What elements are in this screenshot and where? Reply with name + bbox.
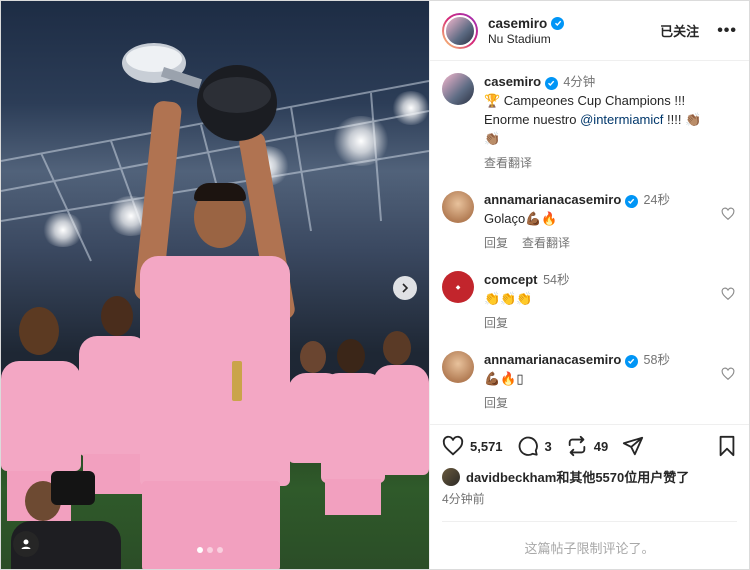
like-comment-heart-icon[interactable] — [721, 287, 735, 301]
caption-line-1: 🏆 Campeones Cup Champions !!! — [484, 93, 686, 108]
stadium-light — [41, 213, 85, 247]
carousel-dot — [197, 547, 203, 553]
comments-list: casemiro 4分钟 🏆 Campeones Cup Champions !… — [430, 61, 749, 424]
post-side-panel: casemiro Nu Stadium 已关注 ••• casemiro 4分钟… — [429, 1, 749, 569]
comment-time: 54秒 — [543, 273, 570, 287]
carousel-dot — [217, 547, 223, 553]
next-image-button[interactable] — [393, 276, 417, 300]
post-actions-area: 5,571 3 49 davidbeckham和其他5570位用户赞了 4分钟前… — [430, 424, 749, 569]
post-window: casemiro Nu Stadium 已关注 ••• casemiro 4分钟… — [0, 0, 750, 570]
caption-username[interactable]: casemiro — [484, 74, 541, 89]
like-comment-heart-icon[interactable] — [721, 207, 735, 221]
post-location[interactable]: Nu Stadium — [488, 32, 660, 46]
caption-time: 4分钟 — [563, 75, 596, 89]
comment-item: ◆ comcept 54秒 👏👏👏 回复 — [442, 271, 737, 331]
stadium-light — [391, 91, 429, 125]
comment-count: 3 — [544, 438, 552, 454]
chevron-right-icon — [402, 283, 409, 293]
verified-badge-icon — [551, 16, 565, 30]
more-options-button[interactable]: ••• — [717, 22, 737, 40]
caption-avatar[interactable] — [442, 73, 474, 105]
reply-button[interactable]: 回复 — [484, 234, 508, 251]
author-username[interactable]: casemiro — [488, 16, 547, 31]
comment-text: 👏👏👏 — [484, 291, 533, 306]
liked-by-text[interactable]: davidbeckham和其他5570位用户赞了 — [466, 467, 689, 486]
caption-text: !!!! 👏🏽 — [663, 112, 702, 127]
caption: casemiro 4分钟 🏆 Campeones Cup Champions !… — [442, 73, 737, 171]
comment-username[interactable]: comcept — [484, 272, 537, 287]
share-icon[interactable] — [622, 435, 644, 457]
tagged-users-button[interactable] — [13, 531, 39, 557]
comcept-logo: ◆ — [455, 284, 461, 291]
comment-time: 24秒 — [643, 193, 670, 207]
comment-username[interactable]: annamarianacasemiro — [484, 352, 621, 367]
carousel-dot — [207, 547, 213, 553]
caption-text: Enorme nuestro — [484, 112, 581, 127]
repost-stat: 49 — [566, 435, 608, 457]
see-translation-link[interactable]: 查看翻译 — [484, 154, 532, 171]
verified-badge-icon — [544, 76, 558, 90]
verified-badge-icon — [624, 194, 638, 208]
post-timestamp: 4分钟前 — [442, 492, 485, 506]
caption-line-3: 👏🏽 — [484, 131, 501, 146]
see-translation-link[interactable]: 查看翻译 — [522, 234, 570, 251]
player-right-3 — [373, 331, 429, 541]
comment-text: Golaço💪🏾🔥 — [484, 211, 558, 226]
stadium-light — [331, 116, 391, 166]
liked-by-avatar[interactable] — [442, 467, 460, 486]
like-count: 5,571 — [470, 438, 503, 454]
reply-button[interactable]: 回复 — [484, 394, 508, 411]
verified-badge-icon — [624, 354, 638, 368]
comment-icon[interactable] — [517, 435, 539, 457]
liked-by: davidbeckham和其他5570位用户赞了 — [442, 467, 737, 486]
post-photo[interactable] — [1, 1, 429, 569]
user-icon — [21, 539, 31, 549]
carousel-dots — [197, 547, 223, 553]
like-comment-heart-icon[interactable] — [721, 367, 735, 381]
comment-time: 58秒 — [643, 353, 670, 367]
repost-count: 49 — [593, 438, 609, 454]
like-stat: 5,571 — [442, 435, 503, 457]
action-bar: 5,571 3 49 — [442, 435, 737, 457]
caption-line-2: Enorme nuestro @intermiamicf !!!! 👏🏽 — [484, 111, 715, 129]
comment-text: 💪🏾🔥▯ — [484, 371, 524, 386]
comment-item: annamarianacasemiro 24秒 Golaço💪🏾🔥 回复 查看翻… — [442, 191, 737, 251]
bookmark-icon[interactable] — [717, 435, 737, 457]
comment-avatar[interactable] — [442, 191, 474, 223]
post-header: casemiro Nu Stadium 已关注 ••• — [430, 1, 749, 61]
author-avatar[interactable] — [442, 12, 478, 49]
heart-icon[interactable] — [442, 435, 464, 457]
comment-item: annamarianacasemiro 58秒 💪🏾🔥▯ 回复 — [442, 351, 737, 411]
comments-restricted-note: 这篇帖子限制评论了。 — [442, 521, 737, 557]
reply-button[interactable]: 回复 — [484, 314, 508, 331]
mention-link[interactable]: @intermiamicf — [580, 112, 663, 127]
comment-avatar[interactable]: ◆ — [442, 271, 474, 303]
comment-stat: 3 — [517, 435, 552, 457]
trophy-icon — [122, 43, 277, 141]
following-button[interactable]: 已关注 — [660, 21, 699, 40]
repost-icon[interactable] — [566, 435, 588, 457]
comment-username[interactable]: annamarianacasemiro — [484, 192, 621, 207]
comment-avatar[interactable] — [442, 351, 474, 383]
